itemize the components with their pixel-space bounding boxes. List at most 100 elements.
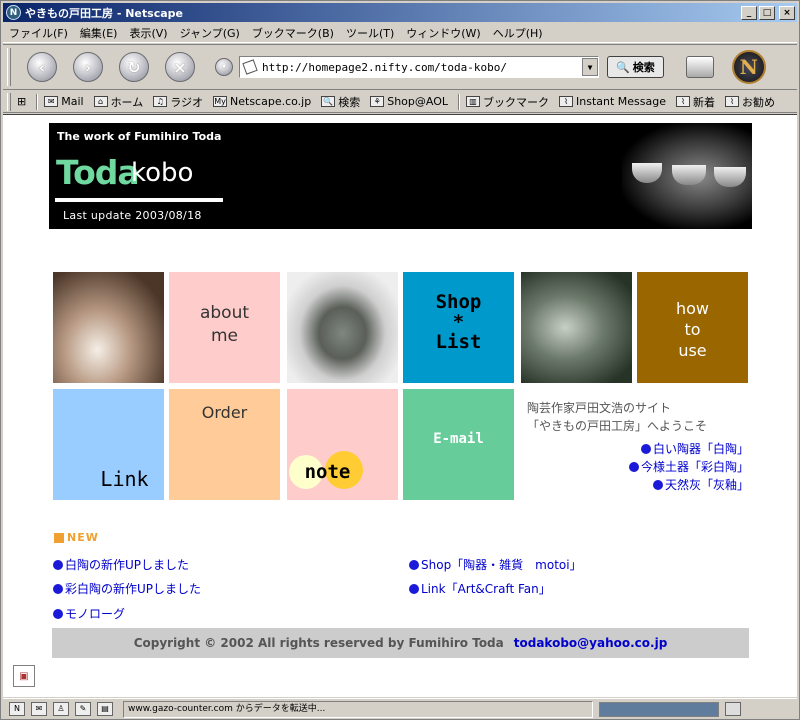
pb-search-label: 検索 <box>338 95 361 109</box>
pb-home-label: ホーム <box>110 95 144 109</box>
reload-button[interactable]: ↻ <box>119 52 149 82</box>
welcome-text: 陶芸作家戸田文浩のサイト 「やきもの戸田工房」へようこそ <box>527 399 707 435</box>
pb-netscape-label: Netscape.co.jp <box>230 95 312 108</box>
pb-search[interactable]: 🔍 検索 <box>321 94 360 110</box>
news-item[interactable]: モノローグ <box>53 605 125 622</box>
header-subtitle: The work of Fumihiro Toda <box>57 130 222 143</box>
tile-how-to-use[interactable]: how to use <box>637 272 748 383</box>
pb-recommend[interactable]: ⌇ お勧め <box>725 94 775 110</box>
shop-icon: ⚘ <box>370 96 385 107</box>
browser-window: N やきもの戸田工房 - Netscape _ □ × ファイル(F) 編集(E… <box>0 0 800 720</box>
tile-about-me[interactable]: about me <box>169 272 280 383</box>
side-link-saihakuto[interactable]: 今様土器「彩白陶」 <box>628 458 749 476</box>
close-button[interactable]: × <box>779 5 795 20</box>
link-icon: ⌇ <box>676 96 691 107</box>
last-update: Last update 2003/08/18 <box>63 209 202 222</box>
news-item[interactable]: Shop「陶器・雑貨 motoi」 <box>409 556 582 573</box>
header-cups-photo <box>622 123 752 229</box>
progress-bar <box>599 701 719 717</box>
menu-window[interactable]: ウィンドウ(W) <box>406 25 480 41</box>
pb-bookmarks[interactable]: ▥ ブックマーク <box>466 94 549 110</box>
menu-tools[interactable]: ツール(T) <box>346 25 394 41</box>
logo-kobo: kobo <box>131 158 194 188</box>
menu-go[interactable]: ジャンプ(G) <box>180 25 240 41</box>
separator <box>36 93 39 110</box>
stop-button[interactable]: × <box>165 52 195 82</box>
tile-link-label: Link <box>100 467 149 491</box>
bullet-icon <box>53 584 63 594</box>
side-link-label: 天然灰「灰釉」 <box>664 478 749 492</box>
news-label: Link「Art&Craft Fan」 <box>421 582 551 596</box>
url-text[interactable]: http://homepage2.nifty.com/toda-kobo/ <box>262 61 582 74</box>
netscape-logo-icon[interactable]: N <box>731 50 766 84</box>
search-icon: 🔍 <box>616 60 630 74</box>
new-heading: NEW <box>54 531 99 544</box>
url-dropdown-icon[interactable]: ▾ <box>215 58 233 76</box>
bookmark-icon: ▥ <box>466 96 481 107</box>
pb-instant-message[interactable]: ⌇ Instant Message <box>559 95 666 108</box>
radio-icon: ♫ <box>153 96 168 107</box>
menu-bookmarks[interactable]: ブックマーク(B) <box>252 25 334 41</box>
netscape-status-icon[interactable]: N <box>9 702 25 716</box>
side-links: 白い陶器「白陶」 今様土器「彩白陶」 天然灰「灰釉」 <box>628 440 749 494</box>
bullet-icon <box>409 560 419 570</box>
forward-button[interactable]: › <box>73 52 103 82</box>
separator <box>458 93 461 110</box>
print-icon[interactable] <box>685 56 714 78</box>
photo-bowl[interactable] <box>287 272 398 383</box>
side-link-label: 白い陶器「白陶」 <box>652 442 749 456</box>
pb-radio[interactable]: ♫ ラジオ <box>153 94 203 110</box>
news-item[interactable]: 彩白陶の新作UPしました <box>53 580 201 597</box>
news-item[interactable]: 白陶の新作UPしました <box>53 556 189 573</box>
menu-help[interactable]: ヘルプ(H) <box>493 25 543 41</box>
tab-icon[interactable]: ⊞ <box>17 95 26 108</box>
pb-home[interactable]: ⌂ ホーム <box>93 94 144 110</box>
menu-edit[interactable]: 編集(E) <box>80 25 118 41</box>
cup-shape <box>672 165 706 185</box>
pb-netscape[interactable]: My Netscape.co.jp <box>213 95 311 108</box>
personal-toolbar-grip[interactable] <box>7 92 11 111</box>
side-link-hakuto[interactable]: 白い陶器「白陶」 <box>629 440 749 458</box>
mail-icon[interactable]: ✉ <box>31 702 47 716</box>
pb-recommend-label: お勧め <box>742 95 776 109</box>
url-field[interactable]: http://homepage2.nifty.com/toda-kobo/ ▼ <box>239 56 599 78</box>
news-label: 彩白陶の新作UPしました <box>65 582 202 596</box>
toolbar-grip[interactable] <box>7 48 11 86</box>
pb-whats-new[interactable]: ⌇ 新着 <box>676 94 715 110</box>
home-icon: ⌂ <box>93 96 108 107</box>
page-icon <box>242 59 258 75</box>
maximize-button[interactable]: □ <box>759 5 775 20</box>
copyright-footer: Copyright © 2002 All rights reserved by … <box>52 628 749 658</box>
side-link-haiyu[interactable]: 天然灰「灰釉」 <box>629 476 749 494</box>
photo-pouring-bowl[interactable] <box>521 272 632 383</box>
menu-view[interactable]: 表示(V) <box>129 25 167 41</box>
mail-icon: ✉ <box>44 96 59 107</box>
tile-link[interactable]: Link <box>53 389 164 500</box>
bullet-icon <box>53 560 63 570</box>
photo-white-cups[interactable] <box>53 272 164 383</box>
minimize-button[interactable]: _ <box>741 5 757 20</box>
search-button[interactable]: 🔍 検索 <box>607 56 664 78</box>
url-history-dropdown-icon[interactable]: ▼ <box>582 58 598 76</box>
cup-shape <box>632 163 662 183</box>
new-square-icon <box>54 532 64 543</box>
pb-shop[interactable]: ⚘ Shop@AOL <box>370 95 448 108</box>
tile-howto-label: how to use <box>675 299 709 360</box>
address-book-icon[interactable]: ▤ <box>97 702 113 716</box>
pb-im-label: Instant Message <box>576 95 667 108</box>
security-lock-icon[interactable] <box>725 702 741 716</box>
menu-file[interactable]: ファイル(F) <box>9 25 68 41</box>
back-button[interactable]: ‹ <box>27 52 57 82</box>
news-item[interactable]: Link「Art&Craft Fan」 <box>409 580 551 597</box>
pb-shop-label: Shop@AOL <box>387 95 449 108</box>
tile-email[interactable]: E-mail <box>403 389 514 500</box>
footer-email-link[interactable]: todakobo@yahoo.co.jp <box>514 636 668 650</box>
composer-icon[interactable]: ✎ <box>75 702 91 716</box>
search-icon: 🔍 <box>321 96 336 107</box>
im-icon[interactable]: ♙ <box>53 702 69 716</box>
pb-radio-label: ラジオ <box>170 95 204 109</box>
tile-order[interactable]: Order <box>169 389 280 500</box>
tile-note[interactable]: note <box>287 389 398 500</box>
tile-shop-list[interactable]: Shop * List <box>403 272 514 383</box>
pb-mail[interactable]: ✉ Mail <box>44 95 84 108</box>
